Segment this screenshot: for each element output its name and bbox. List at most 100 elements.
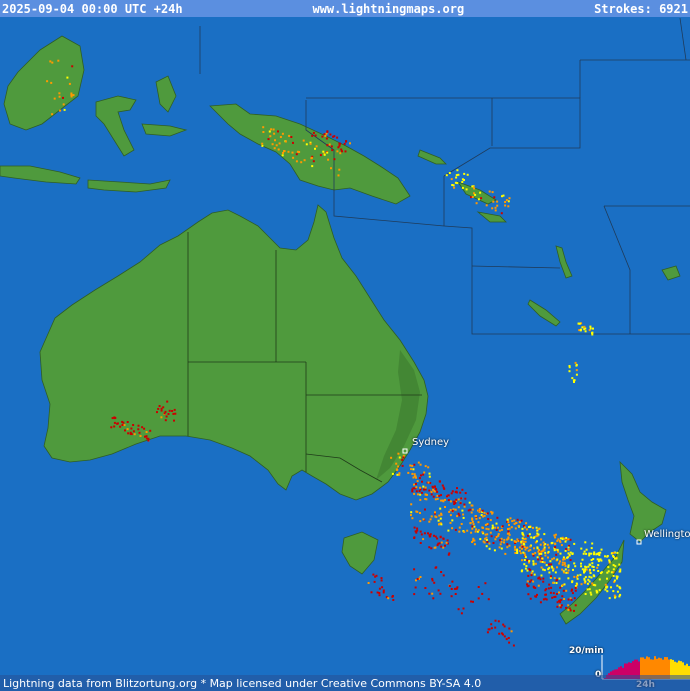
- strike-mark: [485, 545, 488, 548]
- strike-mark: [433, 546, 436, 549]
- strike-mark: [413, 483, 415, 486]
- strike-mark: [434, 566, 437, 569]
- strike-mark: [450, 178, 453, 181]
- strike-mark: [171, 410, 174, 412]
- strike-mark: [387, 597, 390, 600]
- strike-mark: [560, 604, 563, 607]
- strike-mark: [559, 586, 562, 589]
- strike-mark: [442, 546, 445, 549]
- strike-mark: [586, 588, 589, 591]
- strike-mark: [529, 548, 532, 551]
- strike-mark: [536, 556, 539, 559]
- strike-mark: [555, 582, 558, 584]
- strike-mark: [436, 494, 439, 497]
- strike-mark: [589, 591, 592, 594]
- strike-mark: [490, 535, 493, 538]
- strike-mark: [450, 588, 453, 590]
- city-label-wellington: Wellingto: [644, 529, 690, 540]
- strike-mark: [417, 493, 419, 496]
- strike-mark: [569, 609, 572, 612]
- strike-mark: [556, 558, 559, 561]
- strike-mark: [312, 131, 315, 134]
- strike-mark: [561, 595, 564, 598]
- strike-mark: [428, 546, 431, 549]
- strike-mark: [529, 580, 531, 583]
- strike-mark: [520, 570, 523, 573]
- strike-mark: [381, 586, 384, 589]
- strike-mark: [424, 465, 427, 468]
- strike-mark: [410, 468, 413, 471]
- strike-mark: [119, 425, 122, 428]
- strike-mark: [470, 511, 473, 514]
- strike-mark: [537, 528, 540, 530]
- strike-mark: [559, 560, 561, 563]
- strike-mark: [561, 563, 564, 566]
- strike-mark: [510, 538, 513, 541]
- strike-mark: [519, 552, 522, 555]
- strike-mark: [123, 424, 126, 427]
- strike-mark: [508, 627, 511, 630]
- strike-mark: [606, 590, 609, 593]
- strike-mark: [572, 568, 574, 571]
- strike-mark: [338, 144, 341, 147]
- strike-mark: [461, 509, 464, 512]
- strike-mark: [526, 559, 529, 562]
- strike-mark: [528, 560, 531, 562]
- strike-mark: [504, 204, 507, 207]
- strike-mark: [114, 417, 117, 419]
- strike-mark: [559, 552, 562, 555]
- strike-mark: [581, 326, 584, 329]
- strike-mark: [548, 583, 551, 586]
- strike-mark: [419, 486, 422, 489]
- strike-mark: [536, 540, 538, 543]
- strike-mark: [390, 456, 393, 459]
- strike-mark: [543, 546, 546, 549]
- strike-mark: [506, 518, 509, 521]
- strike-mark: [391, 472, 394, 475]
- strike-mark: [489, 519, 492, 522]
- strike-mark: [325, 137, 328, 140]
- strike-mark: [481, 592, 484, 595]
- strike-mark: [613, 594, 616, 597]
- strike-mark: [604, 583, 607, 586]
- strike-mark: [422, 538, 425, 541]
- strike-mark: [326, 151, 329, 154]
- strike-mark: [401, 464, 404, 467]
- strike-mark: [454, 593, 457, 595]
- strike-mark: [314, 134, 317, 137]
- strike-mark: [340, 148, 343, 151]
- strike-mark: [261, 142, 264, 145]
- site-link[interactable]: www.lightningmaps.org: [312, 2, 464, 16]
- strike-mark: [457, 173, 460, 176]
- strike-mark: [584, 576, 587, 579]
- strike-mark: [437, 589, 440, 592]
- strike-mark: [550, 565, 553, 568]
- strike-mark: [455, 498, 458, 501]
- strike-mark: [437, 519, 440, 522]
- strike-mark: [434, 485, 436, 488]
- strike-mark: [610, 571, 613, 574]
- strike-mark: [554, 571, 557, 574]
- strike-mark: [553, 549, 556, 552]
- strike-mark: [471, 520, 474, 523]
- lightning-map[interactable]: Sydney Wellingto 2025-09-04 00:00 UTC +2…: [0, 0, 690, 691]
- strike-mark: [284, 140, 287, 143]
- strike-mark: [595, 553, 598, 556]
- strike-mark: [450, 595, 453, 598]
- strike-mark: [319, 154, 322, 157]
- strike-mark: [262, 131, 265, 133]
- rate-label: 20/min: [569, 646, 604, 656]
- strike-mark: [499, 539, 502, 542]
- strike-mark: [466, 529, 469, 532]
- strike-mark: [494, 538, 497, 541]
- strike-mark: [618, 570, 621, 573]
- strike-mark: [62, 96, 64, 99]
- strike-mark: [475, 515, 478, 517]
- strike-mark: [514, 527, 517, 530]
- strike-mark: [580, 547, 583, 550]
- strike-mark: [571, 552, 574, 555]
- strike-mark: [507, 537, 510, 540]
- strike-mark: [550, 563, 553, 566]
- strike-mark: [277, 148, 280, 151]
- strike-mark: [612, 551, 615, 554]
